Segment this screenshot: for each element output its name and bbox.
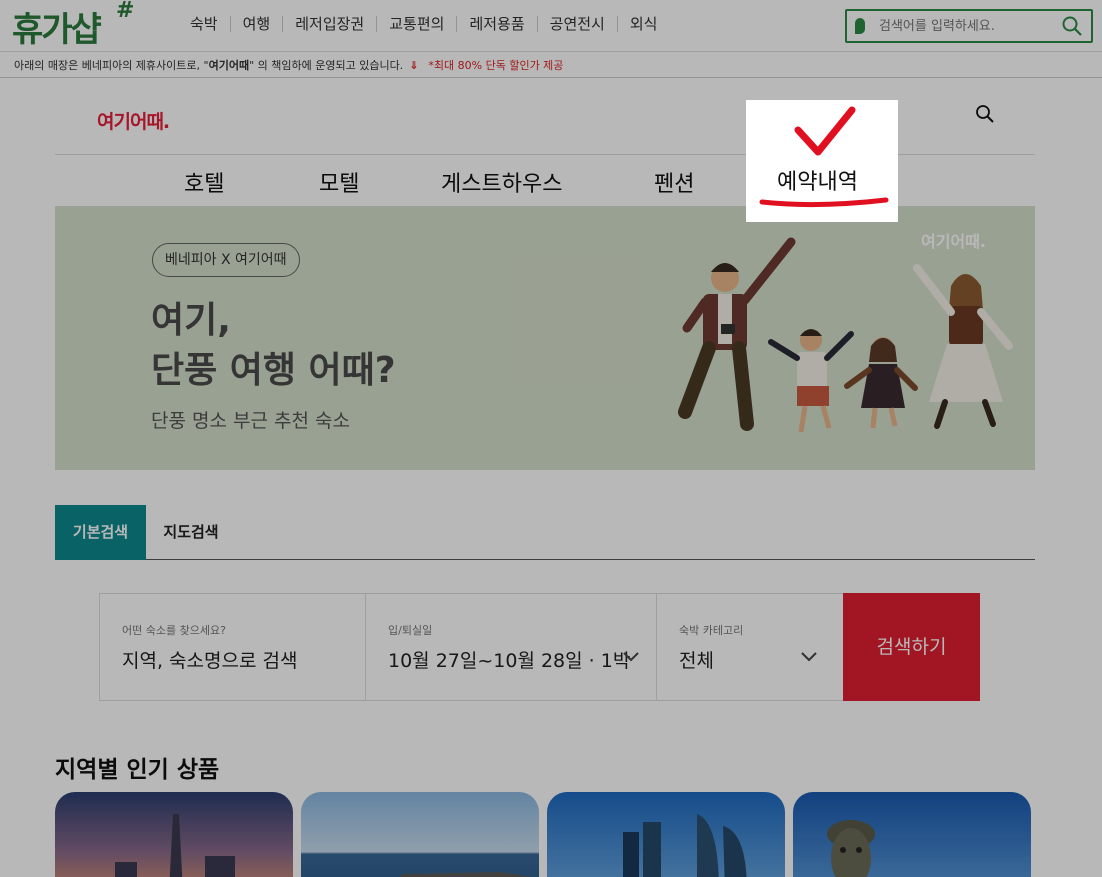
- nav-item-transport[interactable]: 교통편의: [377, 16, 458, 32]
- checkmark-annotation: [759, 106, 889, 208]
- place-field[interactable]: 어떤 숙소를 찾으세요? 지역, 숙소명으로 검색: [100, 594, 366, 700]
- search-icon[interactable]: [1061, 15, 1083, 37]
- top-search-input[interactable]: [879, 18, 1049, 34]
- region-card-jeju[interactable]: [793, 792, 1031, 877]
- chevron-down-icon[interactable]: [800, 650, 818, 664]
- category-field[interactable]: 숙박 카테고리 전체: [657, 594, 843, 700]
- place-input[interactable]: 지역, 숙소명으로 검색: [122, 646, 297, 673]
- reservation-highlight[interactable]: 예약내역: [746, 100, 898, 222]
- nav-item-travel[interactable]: 여행: [231, 16, 284, 32]
- banner-headline: 여기, 단풍 여행 어때?: [151, 300, 396, 391]
- top-site-bar: 휴가샵 # 숙박 여행 레저입장권 교통편의 레저용품 공연전시 외식: [0, 0, 1102, 52]
- chevron-down-icon[interactable]: [622, 650, 640, 664]
- city-tower-image: [115, 814, 235, 877]
- banner-subline: 단풍 명소 부근 추천 숙소: [151, 410, 350, 432]
- banner-pill: 베네피아 X 여기어때: [152, 243, 300, 277]
- stone-statue-image: [827, 820, 875, 877]
- leaf-icon: [855, 18, 865, 34]
- nav-item-leisure-goods[interactable]: 레저용품: [457, 16, 538, 32]
- search-icon[interactable]: [975, 104, 995, 124]
- region-section-title: 지역별 인기 상품: [55, 757, 220, 783]
- nav-item-leisure-tickets[interactable]: 레저입장권: [283, 16, 378, 32]
- nav-item-shows[interactable]: 공연전시: [538, 16, 618, 32]
- affiliate-notice: 아래의 매장은 베네피아의 제휴사이트로, "여기어때" 의 책임하에 운영되고…: [0, 53, 1102, 78]
- region-card-seoul[interactable]: [55, 792, 293, 877]
- search-submit-button[interactable]: 검색하기: [843, 593, 980, 701]
- category-motel[interactable]: 모텔: [319, 166, 359, 198]
- site-logo[interactable]: 휴가샵 #: [12, 0, 134, 51]
- category-guesthouse[interactable]: 게스트하우스: [441, 166, 562, 198]
- search-tabs: 기본검색 지도검색: [55, 505, 1035, 560]
- category-select[interactable]: 전체: [679, 646, 714, 673]
- nav-item-dining[interactable]: 외식: [618, 16, 670, 32]
- beach-image: [401, 872, 533, 877]
- family-illustration: [678, 237, 1013, 433]
- double-chevron-down-icon[interactable]: ⇓: [409, 59, 418, 72]
- global-nav: 숙박 여행 레저입장권 교통편의 레저용품 공연전시 외식: [178, 16, 669, 32]
- lodging-search-form: 어떤 숙소를 찾으세요? 지역, 숙소명으로 검색 입/퇴실일 10월 27일~…: [99, 593, 980, 701]
- promo-banner[interactable]: 베네피아 X 여기어때 여기, 단풍 여행 어때? 단풍 명소 부근 추천 숙소…: [55, 206, 1035, 470]
- tab-basic-search[interactable]: 기본검색: [55, 505, 146, 560]
- date-value[interactable]: 10월 27일~10월 28일 · 1박: [388, 646, 630, 673]
- skyscrapers-image: [623, 814, 747, 877]
- promo-text: *최대 80% 단독 할인가 제공: [428, 59, 564, 72]
- yeogi-logo[interactable]: 여기어때.: [97, 107, 170, 134]
- region-card-gangwon[interactable]: [301, 792, 539, 877]
- date-field[interactable]: 입/퇴실일 10월 27일~10월 28일 · 1박: [366, 594, 657, 700]
- category-reservations[interactable]: 예약내역: [777, 164, 858, 196]
- top-search-box: [845, 9, 1093, 43]
- category-pension[interactable]: 펜션: [654, 166, 694, 198]
- region-card-busan[interactable]: [547, 792, 785, 877]
- nav-item-lodging[interactable]: 숙박: [178, 16, 231, 32]
- tab-map-search[interactable]: 지도검색: [146, 505, 236, 560]
- category-hotel[interactable]: 호텔: [184, 166, 224, 198]
